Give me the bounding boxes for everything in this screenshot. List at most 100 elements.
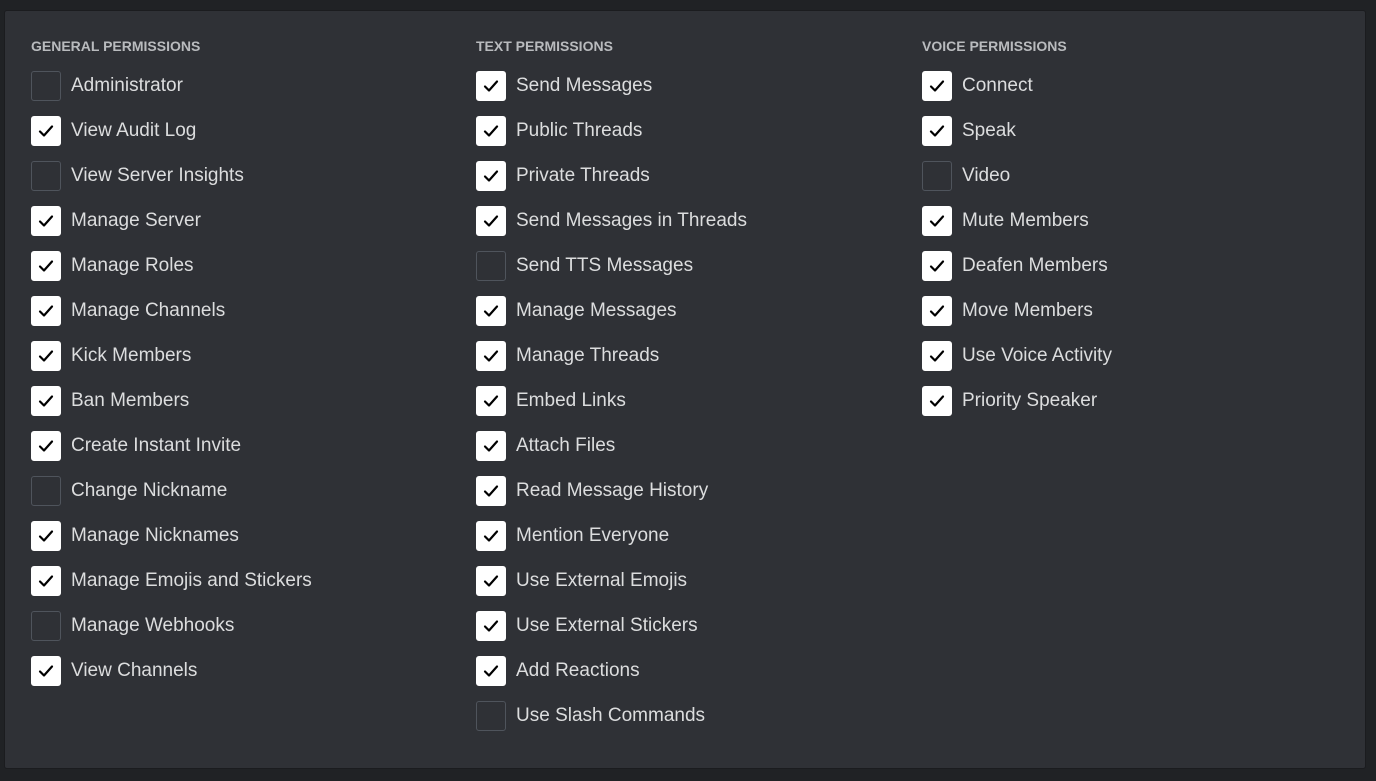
permission-checkbox[interactable] — [922, 205, 952, 236]
permission-mute-members[interactable]: Mute Members — [922, 198, 1342, 243]
permission-checkbox[interactable] — [476, 340, 506, 371]
permission-use-external-emojis[interactable]: Use External Emojis — [476, 558, 896, 603]
permission-checkbox[interactable] — [31, 475, 61, 506]
permissions-panel: GENERAL PERMISSIONS Administrator View Au… — [4, 10, 1366, 769]
permission-checkbox[interactable] — [922, 385, 952, 416]
permission-label: Send Messages — [516, 74, 653, 96]
permission-private-threads[interactable]: Private Threads — [476, 153, 896, 198]
permission-view-server-insights[interactable]: View Server Insights — [31, 153, 451, 198]
check-icon — [38, 394, 54, 407]
permission-checkbox[interactable] — [476, 700, 506, 731]
permission-checkbox[interactable] — [31, 565, 61, 596]
permission-move-members[interactable]: Move Members — [922, 288, 1342, 333]
permission-checkbox[interactable] — [922, 340, 952, 371]
permission-ban-members[interactable]: Ban Members — [31, 378, 451, 423]
check-icon — [483, 124, 499, 137]
check-icon — [483, 439, 499, 452]
permission-checkbox[interactable] — [31, 205, 61, 236]
permission-change-nickname[interactable]: Change Nickname — [31, 468, 451, 513]
check-icon — [483, 214, 499, 227]
permission-label: Connect — [962, 74, 1033, 96]
permission-checkbox[interactable] — [31, 250, 61, 281]
permission-label: Send TTS Messages — [516, 254, 694, 276]
permission-manage-threads[interactable]: Manage Threads — [476, 333, 896, 378]
permission-view-channels[interactable]: View Channels — [31, 648, 451, 693]
permission-label: Manage Threads — [516, 344, 660, 366]
permission-checkbox[interactable] — [922, 295, 952, 326]
permission-checkbox[interactable] — [31, 115, 61, 146]
permission-send-messages-in-threads[interactable]: Send Messages in Threads — [476, 198, 896, 243]
permission-send-messages[interactable]: Send Messages — [476, 63, 896, 108]
permission-checkbox[interactable] — [476, 70, 506, 101]
permission-manage-emojis-and-stickers[interactable]: Manage Emojis and Stickers — [31, 558, 451, 603]
permission-mention-everyone[interactable]: Mention Everyone — [476, 513, 896, 558]
permission-manage-roles[interactable]: Manage Roles — [31, 243, 451, 288]
check-icon — [929, 124, 945, 137]
permission-use-external-stickers[interactable]: Use External Stickers — [476, 603, 896, 648]
permission-checkbox[interactable] — [922, 70, 952, 101]
permission-checkbox[interactable] — [476, 205, 506, 236]
check-icon — [38, 124, 54, 137]
permission-checkbox[interactable] — [476, 610, 506, 641]
permission-checkbox[interactable] — [922, 250, 952, 281]
permission-send-tts-messages[interactable]: Send TTS Messages — [476, 243, 896, 288]
permission-create-instant-invite[interactable]: Create Instant Invite — [31, 423, 451, 468]
permission-connect[interactable]: Connect — [922, 63, 1342, 108]
permission-label: Priority Speaker — [962, 389, 1098, 411]
permission-checkbox[interactable] — [31, 655, 61, 686]
permission-speak[interactable]: Speak — [922, 108, 1342, 153]
permission-label: Change Nickname — [71, 479, 228, 501]
permission-checkbox[interactable] — [476, 565, 506, 596]
permission-administrator[interactable]: Administrator — [31, 63, 451, 108]
permission-embed-links[interactable]: Embed Links — [476, 378, 896, 423]
permission-checkbox[interactable] — [476, 250, 506, 281]
check-icon — [483, 529, 499, 542]
check-icon — [38, 259, 54, 272]
permission-view-audit-log[interactable]: View Audit Log — [31, 108, 451, 153]
permission-use-voice-activity[interactable]: Use Voice Activity — [922, 333, 1342, 378]
permission-checkbox[interactable] — [31, 295, 61, 326]
permission-manage-webhooks[interactable]: Manage Webhooks — [31, 603, 451, 648]
permission-label: View Audit Log — [71, 119, 197, 141]
permission-label: Read Message History — [516, 479, 709, 501]
permission-label: Speak — [962, 119, 1016, 141]
check-icon — [483, 574, 499, 587]
permission-checkbox[interactable] — [31, 610, 61, 641]
permission-checkbox[interactable] — [31, 430, 61, 461]
permission-video[interactable]: Video — [922, 153, 1342, 198]
permission-checkbox[interactable] — [31, 520, 61, 551]
permission-manage-server[interactable]: Manage Server — [31, 198, 451, 243]
permission-deafen-members[interactable]: Deafen Members — [922, 243, 1342, 288]
permission-checkbox[interactable] — [476, 385, 506, 416]
permission-checkbox[interactable] — [476, 520, 506, 551]
permission-manage-nicknames[interactable]: Manage Nicknames — [31, 513, 451, 558]
permission-manage-channels[interactable]: Manage Channels — [31, 288, 451, 333]
permission-checkbox[interactable] — [31, 160, 61, 191]
permission-manage-messages[interactable]: Manage Messages — [476, 288, 896, 333]
check-icon — [38, 439, 54, 452]
permission-checkbox[interactable] — [31, 340, 61, 371]
permission-checkbox[interactable] — [476, 475, 506, 506]
permission-priority-speaker[interactable]: Priority Speaker — [922, 378, 1342, 423]
permission-label: Kick Members — [71, 344, 192, 366]
permission-checkbox[interactable] — [476, 430, 506, 461]
permission-checkbox[interactable] — [922, 115, 952, 146]
permission-checkbox[interactable] — [922, 160, 952, 191]
permission-checkbox[interactable] — [476, 295, 506, 326]
permission-kick-members[interactable]: Kick Members — [31, 333, 451, 378]
permission-checkbox[interactable] — [31, 70, 61, 101]
check-icon — [483, 664, 499, 677]
permission-checkbox[interactable] — [476, 160, 506, 191]
check-icon — [38, 304, 54, 317]
permission-read-message-history[interactable]: Read Message History — [476, 468, 896, 513]
permission-attach-files[interactable]: Attach Files — [476, 423, 896, 468]
text-permissions-column: TEXT PERMISSIONS Send Messages Public Thr… — [476, 37, 896, 746]
check-icon — [929, 79, 945, 92]
permission-label: Manage Channels — [71, 299, 226, 321]
permission-checkbox[interactable] — [31, 385, 61, 416]
permission-add-reactions[interactable]: Add Reactions — [476, 648, 896, 693]
permission-use-slash-commands[interactable]: Use Slash Commands — [476, 693, 896, 738]
permission-checkbox[interactable] — [476, 115, 506, 146]
permission-checkbox[interactable] — [476, 655, 506, 686]
permission-public-threads[interactable]: Public Threads — [476, 108, 896, 153]
